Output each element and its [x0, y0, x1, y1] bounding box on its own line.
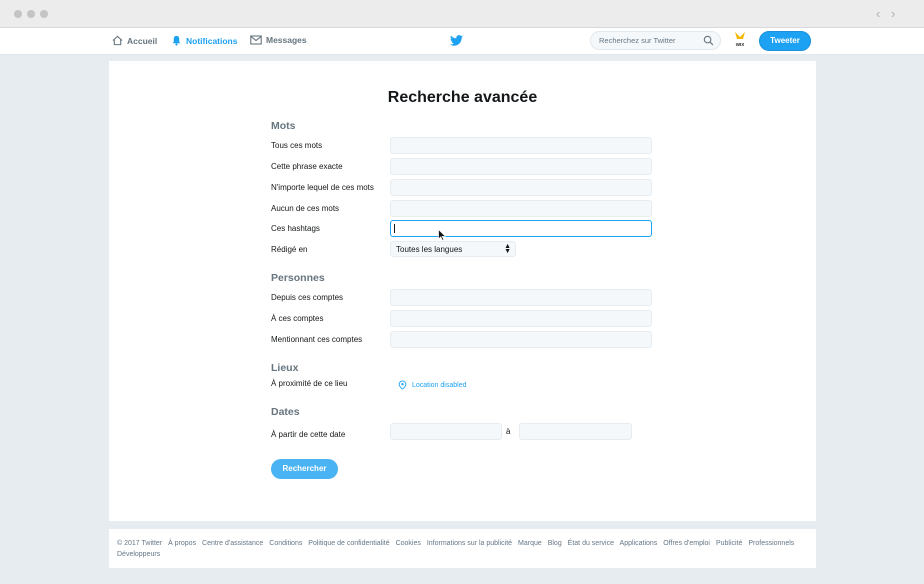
footer-link-status[interactable]: État du service [568, 540, 614, 547]
avatar-text: WIX [736, 42, 745, 47]
nav-notifications-label: Notifications [186, 35, 238, 46]
location-status: Location disabled [412, 381, 467, 389]
bell-icon [172, 35, 181, 46]
location-toggle[interactable]: Location disabled [398, 380, 467, 390]
language-select-value: Toutes les langues [396, 245, 463, 254]
envelope-icon [250, 35, 262, 45]
window-minimize-dot[interactable] [27, 10, 35, 18]
hashtags-input[interactable] [390, 220, 652, 237]
section-heading-places: Lieux [271, 362, 299, 374]
footer-link-ads-info[interactable]: Informations sur la publicité [427, 540, 512, 547]
nav-notifications[interactable]: Notifications [171, 35, 237, 46]
nav-home[interactable]: Accueil [112, 35, 157, 46]
label-from-accounts: Depuis ces comptes [271, 293, 344, 302]
footer-link-advertise[interactable]: Publicité [716, 540, 742, 547]
label-any-words: N'importe lequel de ces mots [271, 183, 374, 192]
section-heading-dates: Dates [271, 406, 300, 418]
chevron-right-icon[interactable]: › [891, 6, 895, 21]
none-words-input[interactable] [390, 200, 652, 217]
select-arrows-icon: ▲ ▼ [504, 243, 511, 255]
all-words-input[interactable] [390, 137, 652, 154]
mouse-cursor-icon [438, 229, 446, 241]
advanced-search-panel: Recherche avancée Mots Tous ces mots Cet… [109, 61, 816, 521]
twitter-bird-icon[interactable] [450, 35, 463, 46]
window-close-dot[interactable] [14, 10, 22, 18]
nav-messages-label: Messages [266, 35, 307, 45]
footer: © 2017 Twitter À propos Centre d'assista… [109, 529, 816, 568]
label-hashtags: Ces hashtags [271, 224, 320, 233]
label-written-in: Rédigé en [271, 245, 308, 254]
footer-link-terms[interactable]: Conditions [269, 540, 302, 547]
section-heading-words: Mots [271, 120, 296, 132]
footer-link-developers[interactable]: Développeurs [117, 551, 160, 558]
from-accounts-input[interactable] [390, 289, 652, 306]
avatar[interactable]: WIX [733, 30, 747, 48]
date-separator: à [506, 427, 511, 436]
label-none-words: Aucun de ces mots [271, 204, 340, 213]
label-to-accounts: À ces comptes [271, 314, 324, 323]
home-icon [112, 35, 123, 46]
search-placeholder: Recherchez sur Twitter [599, 36, 676, 45]
footer-copyright: © 2017 Twitter [117, 540, 163, 547]
label-mentioning: Mentionnant ces comptes [271, 335, 363, 344]
until-date-input[interactable] [519, 423, 632, 440]
browser-chrome: ‹ › [0, 0, 924, 28]
search-icon[interactable] [703, 35, 714, 46]
section-heading-people: Personnes [271, 272, 325, 284]
footer-link-help[interactable]: Centre d'assistance [202, 540, 263, 547]
language-select[interactable]: Toutes les langues ▲ ▼ [390, 241, 516, 257]
label-all-words: Tous ces mots [271, 141, 323, 150]
label-near-place: À proximité de ce lieu [271, 379, 348, 388]
chevron-left-icon[interactable]: ‹ [876, 6, 880, 21]
footer-link-cookies[interactable]: Cookies [396, 540, 421, 547]
nav-messages[interactable]: Messages [250, 35, 307, 45]
location-pin-icon [398, 380, 407, 390]
footer-link-business[interactable]: Professionnels [748, 540, 794, 547]
footer-link-privacy[interactable]: Politique de confidentialité [308, 540, 389, 547]
footer-link-brand[interactable]: Marque [518, 540, 542, 547]
footer-link-apps[interactable]: Applications [620, 540, 658, 547]
any-words-input[interactable] [390, 179, 652, 196]
footer-link-about[interactable]: À propos [168, 540, 196, 547]
label-exact-phrase: Cette phrase exacte [271, 162, 343, 171]
page-title: Recherche avancée [387, 89, 538, 106]
mentioning-accounts-input[interactable] [390, 331, 652, 348]
search-submit-button[interactable]: Rechercher [271, 459, 338, 479]
nav-home-label: Accueil [127, 35, 158, 46]
footer-link-blog[interactable]: Blog [548, 540, 562, 547]
since-date-input[interactable] [390, 423, 502, 440]
exact-phrase-input[interactable] [390, 158, 652, 175]
search-input[interactable]: Recherchez sur Twitter [590, 31, 721, 50]
to-accounts-input[interactable] [390, 310, 652, 327]
text-caret [394, 224, 395, 233]
window-zoom-dot[interactable] [40, 10, 48, 18]
tweet-button[interactable]: Tweeter [759, 31, 811, 51]
label-from-date: À partir de cette date [271, 430, 346, 439]
footer-link-jobs[interactable]: Offres d'emploi [663, 540, 710, 547]
